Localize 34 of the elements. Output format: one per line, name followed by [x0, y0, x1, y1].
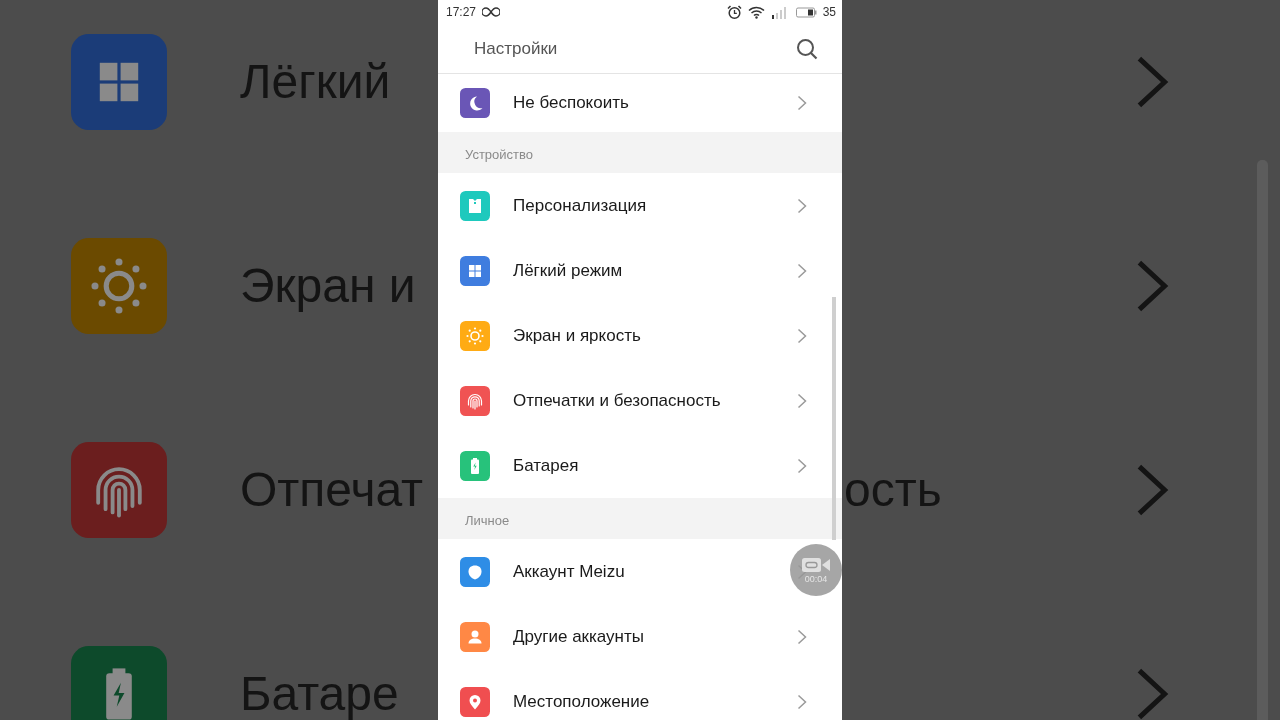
settings-item-label[interactable]: Аккаунт Meizu — [513, 561, 625, 582]
chevron-icon — [797, 262, 807, 279]
backdrop-label: Отпечат — [240, 466, 424, 514]
settings-item-label[interactable]: Местоположение — [513, 691, 650, 712]
battery-status-icon — [794, 6, 817, 18]
battery-percent: 35 — [822, 5, 836, 19]
settings-item-label[interactable]: Персонализация — [513, 195, 647, 216]
search-icon[interactable] — [796, 37, 818, 60]
chevron-icon — [797, 457, 807, 474]
settings-item-label[interactable]: Не беспокоить — [513, 93, 629, 113]
settings-item-label[interactable]: Экран и яркость — [513, 325, 641, 346]
wifi-icon — [747, 5, 765, 19]
settings-item-label[interactable]: Батарея — [513, 455, 579, 476]
chevron-icon — [797, 95, 807, 111]
chevron-icon — [797, 327, 807, 344]
chevron-icon — [797, 392, 807, 409]
video-camera-icon — [801, 556, 831, 573]
page-title: Настройки — [474, 38, 559, 59]
settings-item-label[interactable]: Другие аккаунты — [513, 626, 644, 647]
settings-item-label[interactable]: Отпечатки и безопасность — [513, 390, 721, 411]
alarm-icon — [726, 4, 742, 20]
clock-time: 17:27 — [446, 5, 477, 19]
infinity-icon — [482, 7, 501, 17]
section-header: Устройство — [465, 147, 533, 162]
chevron-icon — [797, 197, 807, 214]
signal-icon — [770, 5, 789, 19]
section-header: Личное — [465, 513, 510, 528]
settings-item-label[interactable]: Лёгкий режим — [513, 260, 623, 281]
chevron-icon — [797, 628, 807, 645]
backdrop-label: Батаре — [240, 670, 399, 718]
backdrop-label: Экран и — [240, 262, 416, 310]
backdrop-label: Лёгкий — [240, 58, 391, 106]
chevron-icon — [797, 693, 807, 710]
backdrop-label: ость — [844, 466, 942, 514]
